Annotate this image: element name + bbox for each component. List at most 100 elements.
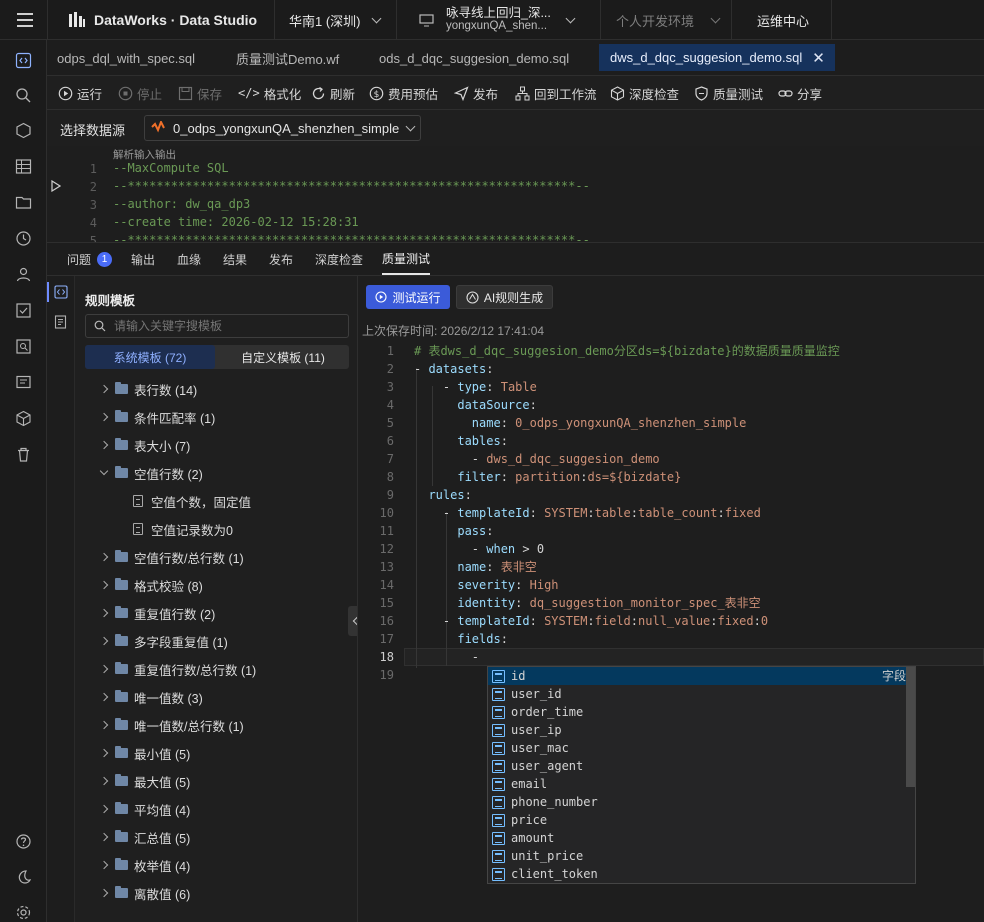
workspace-select[interactable]: 咏寻线上回归_深... yongxunQA_shen... <box>397 0 601 40</box>
tab-deep-check[interactable]: 深度检查 <box>315 243 363 275</box>
back-to-workflow-button[interactable]: 回到工作流 <box>515 76 597 110</box>
package-icon[interactable] <box>15 410 32 427</box>
sql-editor[interactable]: 解析输入输出 1 2 3 4 5 --MaxCompute SQL --****… <box>47 146 984 242</box>
template-folder[interactable]: 条件匹配率 (1) <box>99 403 215 431</box>
tab-output[interactable]: 输出 <box>131 243 155 275</box>
settings-icon[interactable] <box>15 904 32 921</box>
autocomplete-dropdown: id 字段 user_id order_time user_ip user_mac user… <box>487 666 916 884</box>
close-icon[interactable]: ✕ <box>812 49 825 67</box>
collapse-panel-handle[interactable] <box>348 606 357 636</box>
template-folder[interactable]: 表大小 (7) <box>99 431 190 459</box>
folder-icon[interactable] <box>15 194 32 211</box>
suggest-scrollbar[interactable] <box>906 667 915 787</box>
code-brackets-icon: </> <box>238 86 260 100</box>
template-search-input[interactable] <box>114 319 334 333</box>
template-folder[interactable]: 唯一值数 (3) <box>99 683 203 711</box>
suggestion-item[interactable]: order_time <box>488 703 906 721</box>
template-search[interactable] <box>85 314 349 338</box>
template-folder[interactable]: 重复值行数/总行数 (1) <box>99 655 256 683</box>
suggestion-item[interactable]: price <box>488 811 906 829</box>
clock-icon[interactable] <box>15 230 32 247</box>
ai-generate-button[interactable]: AI规则生成 <box>456 285 553 309</box>
run-button[interactable]: 运行 <box>58 76 102 110</box>
template-folder[interactable]: 最小值 (5) <box>99 739 190 767</box>
suggestion-item[interactable]: user_mac <box>488 739 906 757</box>
tab-dws-suggesion[interactable]: dws_d_dqc_suggesion_demo.sql ✕ <box>599 44 835 71</box>
template-folder[interactable]: 格式校验 (8) <box>99 571 203 599</box>
deep-tab-label: 深度检查 <box>315 252 364 267</box>
template-folder[interactable]: 空值行数/总行数 (1) <box>99 543 244 571</box>
tab-result[interactable]: 结果 <box>223 243 247 275</box>
code-icon[interactable] <box>54 285 68 299</box>
check-list-icon[interactable] <box>15 302 32 319</box>
template-leaf[interactable]: 空值个数，固定值 <box>133 487 251 515</box>
template-folder[interactable]: 表行数 (14) <box>99 375 197 403</box>
field-icon <box>492 705 505 719</box>
template-folder[interactable]: 离散值 (6) <box>99 879 190 907</box>
parse-io-hint[interactable]: 解析输入输出 <box>113 147 176 162</box>
tab-quality-test[interactable]: 质量测试 <box>382 243 431 275</box>
save-button[interactable]: 保存 <box>178 76 222 110</box>
ops-center-link[interactable]: 运维中心 <box>732 0 832 40</box>
help-icon[interactable] <box>15 833 32 850</box>
template-leaf[interactable]: 空值记录数为0 <box>133 515 233 543</box>
moon-icon[interactable] <box>15 869 32 886</box>
template-folder[interactable]: 枚举值 (4) <box>99 851 190 879</box>
tree-item-label: 多字段重复值 (1) <box>134 635 228 650</box>
report-icon[interactable] <box>54 315 68 329</box>
tab-odps-dql[interactable]: odps_dql_with_spec.sql <box>57 40 195 76</box>
test-run-button[interactable]: 测试运行 <box>366 285 450 309</box>
template-folder[interactable]: 平均值 (4) <box>99 795 190 823</box>
env-select[interactable]: 个人开发环境 <box>601 0 732 40</box>
run-line-icon[interactable] <box>51 180 61 192</box>
custom-templates-tab[interactable]: 自定义模板 (11) <box>217 345 349 369</box>
system-templates-tab[interactable]: 系统模板 (72) <box>85 345 215 369</box>
menu-icon[interactable] <box>17 12 33 28</box>
stop-circle-icon <box>118 86 133 100</box>
yaml-line: 12 - when > 0 <box>358 540 984 558</box>
table-icon[interactable] <box>15 158 32 175</box>
publish-button[interactable]: 发布 <box>454 76 498 110</box>
tab-ods-suggesion[interactable]: ods_d_dqc_suggesion_demo.sql <box>379 40 569 76</box>
suggestion-item[interactable]: email <box>488 775 906 793</box>
stop-button[interactable]: 停止 <box>118 76 162 110</box>
message-icon[interactable] <box>15 374 32 391</box>
output-label: 输出 <box>131 252 156 267</box>
trash-icon[interactable] <box>15 446 32 463</box>
region-select[interactable]: 华南1 (深圳) <box>275 0 397 40</box>
template-folder[interactable]: 多字段重复值 (1) <box>99 627 228 655</box>
refresh-button[interactable]: 刷新 <box>311 76 355 110</box>
tab-publish[interactable]: 发布 <box>269 243 293 275</box>
field-icon <box>492 813 505 827</box>
user-icon[interactable] <box>15 266 32 283</box>
template-folder[interactable]: 汇总值 (5) <box>99 823 190 851</box>
chevron-right-icon <box>99 608 109 618</box>
template-folder[interactable]: 唯一值数/总行数 (1) <box>99 711 244 739</box>
suggestion-item[interactable]: user_id <box>488 685 906 703</box>
suggestion-item[interactable]: user_ip <box>488 721 906 739</box>
suggestion-item[interactable]: client_token <box>488 865 906 883</box>
template-folder[interactable]: 最大值 (5) <box>99 767 190 795</box>
inspect-icon[interactable] <box>15 338 32 355</box>
app-brand[interactable]: DataWorks · Data Studio <box>47 0 275 40</box>
cube-icon[interactable] <box>15 122 32 139</box>
tab-issues[interactable]: 问题 1 <box>67 243 113 275</box>
share-button[interactable]: 分享 <box>778 76 822 110</box>
suggestion-item[interactable]: amount <box>488 829 906 847</box>
suggestion-item[interactable]: id 字段 <box>488 667 906 685</box>
code-icon[interactable] <box>15 52 32 69</box>
tab-lineage[interactable]: 血缘 <box>177 243 201 275</box>
template-folder[interactable]: 重复值行数 (2) <box>99 599 215 627</box>
search-data-icon[interactable] <box>15 87 32 104</box>
quality-test-button[interactable]: 质量测试 <box>694 76 763 110</box>
suggestion-item[interactable]: phone_number <box>488 793 906 811</box>
suggestion-item[interactable]: user_agent <box>488 757 906 775</box>
suggestion-item[interactable]: unit_price <box>488 847 906 865</box>
suggestion-label: order_time <box>511 705 584 719</box>
tab-quality-demo-wf[interactable]: 质量测试Demo.wf <box>236 40 339 76</box>
deep-check-button[interactable]: 深度检查 <box>610 76 679 110</box>
format-button[interactable]: </> 格式化 <box>238 76 301 110</box>
datasource-select[interactable]: 0_odps_yongxunQA_shenzhen_simple <box>144 115 421 141</box>
template-folder[interactable]: 空值行数 (2) <box>99 459 203 487</box>
cost-estimate-button[interactable]: $ 费用预估 <box>369 76 438 110</box>
